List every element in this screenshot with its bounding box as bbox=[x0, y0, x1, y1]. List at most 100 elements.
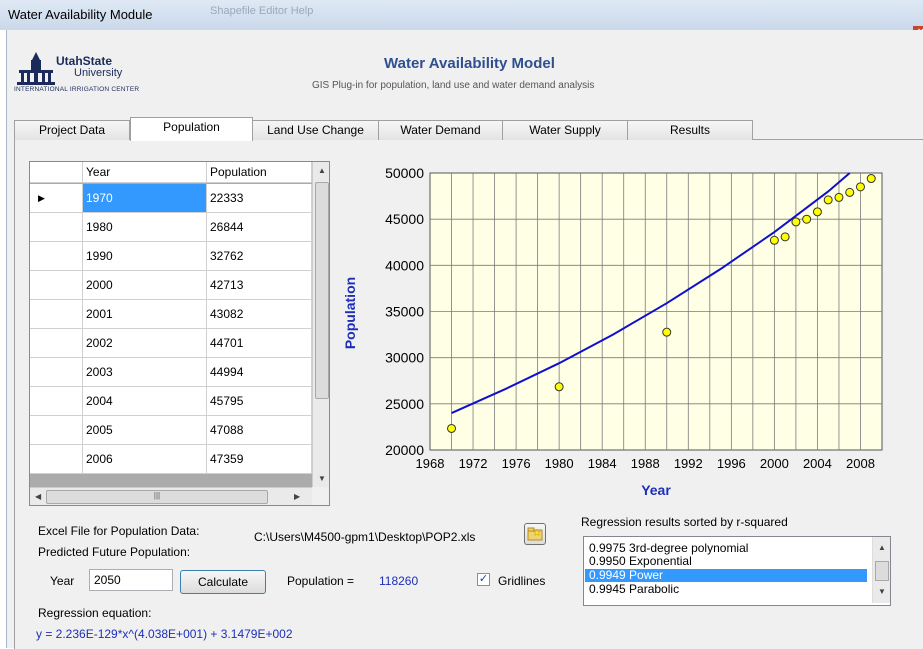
gridlines-label[interactable]: Gridlines bbox=[498, 574, 545, 588]
grid-vscroll-thumb[interactable] bbox=[315, 182, 329, 399]
grid-vertical-scrollbar[interactable]: ▲ ▼ bbox=[312, 162, 329, 487]
results-scroll-thumb[interactable] bbox=[875, 561, 889, 581]
cell-year[interactable]: 2003 bbox=[83, 358, 207, 387]
cell-year[interactable]: 2000 bbox=[83, 271, 207, 300]
cell-year[interactable]: 2006 bbox=[83, 445, 207, 474]
cell-year[interactable]: 1970 bbox=[83, 184, 207, 213]
cell-year[interactable]: 2004 bbox=[83, 387, 207, 416]
cell-year[interactable]: 2005 bbox=[83, 416, 207, 445]
data-point bbox=[554, 382, 564, 392]
table-row[interactable]: ▶ 1970 22333 bbox=[30, 184, 312, 213]
table-row[interactable]: 2000 42713 bbox=[30, 271, 312, 300]
year-input[interactable]: 2050 bbox=[89, 569, 173, 591]
tab-results[interactable]: Results bbox=[627, 120, 753, 140]
tab-water-supply[interactable]: Water Supply bbox=[502, 120, 628, 140]
x-tick-label: 1972 bbox=[459, 456, 488, 471]
data-point bbox=[866, 174, 876, 184]
background-menu-ghost: Shapefile Editor Help bbox=[210, 5, 314, 17]
cell-population[interactable]: 47088 bbox=[207, 416, 312, 445]
list-item[interactable]: 0.9945 Parabolic bbox=[585, 583, 867, 596]
usu-logo: UtahState University INTERNATIONAL IRRIG… bbox=[14, 52, 174, 107]
app-title: Water Availability Model bbox=[384, 55, 555, 72]
calculate-button[interactable]: Calculate bbox=[180, 570, 266, 594]
cell-population[interactable]: 32762 bbox=[207, 242, 312, 271]
y-tick-label: 35000 bbox=[385, 304, 424, 320]
gridlines-checkbox[interactable]: ✓ bbox=[477, 573, 490, 586]
x-tick-label: 1984 bbox=[588, 456, 617, 471]
row-header[interactable] bbox=[30, 387, 83, 416]
cell-population[interactable]: 42713 bbox=[207, 271, 312, 300]
data-point bbox=[812, 207, 822, 217]
chart-x-ticks: 1968 1972 1976 1980 1984 1988 1992 1996 2000 2004… bbox=[416, 456, 875, 471]
table-row[interactable]: 2002 44701 bbox=[30, 329, 312, 358]
column-header-year[interactable]: Year bbox=[83, 162, 207, 183]
y-axis-label: Population bbox=[342, 277, 358, 349]
row-header[interactable] bbox=[30, 416, 83, 445]
row-header[interactable] bbox=[30, 329, 83, 358]
row-header[interactable] bbox=[30, 300, 83, 329]
logo-utahstate: UtahState bbox=[56, 54, 113, 68]
regression-equation: y = 2.236E-129*x^(4.038E+001) + 3.1479E+… bbox=[36, 627, 293, 641]
scroll-up-icon[interactable]: ▲ bbox=[878, 543, 886, 552]
row-header[interactable] bbox=[30, 445, 83, 474]
cell-population[interactable]: 47359 bbox=[207, 445, 312, 474]
data-point bbox=[802, 214, 812, 224]
x-axis-label: Year bbox=[641, 482, 671, 498]
cell-population[interactable]: 44994 bbox=[207, 358, 312, 387]
list-item[interactable]: 0.9950 Exponential bbox=[585, 555, 867, 568]
table-row[interactable]: 2001 43082 bbox=[30, 300, 312, 329]
y-tick-label: 45000 bbox=[385, 211, 424, 227]
population-result-value: 118260 bbox=[379, 574, 419, 588]
results-scrollbar[interactable]: ▲ ▼ bbox=[872, 537, 890, 603]
table-row[interactable]: 2005 47088 bbox=[30, 416, 312, 445]
cell-population[interactable]: 45795 bbox=[207, 387, 312, 416]
cell-population[interactable]: 43082 bbox=[207, 300, 312, 329]
grid-header: Year Population bbox=[30, 162, 312, 184]
row-header[interactable] bbox=[30, 242, 83, 271]
excel-path-field[interactable]: C:\Users\M4500-gpm1\Desktop\POP2.xls bbox=[251, 528, 516, 548]
cell-year[interactable]: 1980 bbox=[83, 213, 207, 242]
row-header[interactable]: ▶ bbox=[30, 184, 83, 213]
data-point bbox=[791, 217, 801, 227]
x-tick-label: 1992 bbox=[674, 456, 703, 471]
cell-population[interactable]: 44701 bbox=[207, 329, 312, 358]
table-row[interactable]: 2004 45795 bbox=[30, 387, 312, 416]
cell-year[interactable]: 2002 bbox=[83, 329, 207, 358]
tab-project-data[interactable]: Project Data bbox=[14, 120, 130, 140]
cell-year[interactable]: 2001 bbox=[83, 300, 207, 329]
scroll-down-icon[interactable]: ▼ bbox=[318, 474, 326, 483]
scroll-right-icon[interactable]: ▶ bbox=[294, 492, 300, 501]
column-header-population[interactable]: Population bbox=[207, 162, 312, 183]
grid-hscroll-thumb[interactable]: ||| bbox=[46, 490, 268, 504]
y-tick-label: 30000 bbox=[385, 350, 424, 366]
current-row-indicator-icon: ▶ bbox=[38, 193, 45, 203]
x-tick-label: 1968 bbox=[416, 456, 445, 471]
scroll-left-icon[interactable]: ◀ bbox=[35, 492, 41, 501]
row-header[interactable] bbox=[30, 213, 83, 242]
tab-land-use-change[interactable]: Land Use Change bbox=[252, 120, 379, 140]
cell-year[interactable]: 1990 bbox=[83, 242, 207, 271]
row-header[interactable] bbox=[30, 271, 83, 300]
logo-center: INTERNATIONAL IRRIGATION CENTER bbox=[14, 86, 140, 93]
browse-button[interactable] bbox=[524, 523, 546, 545]
table-row[interactable]: 1980 26844 bbox=[30, 213, 312, 242]
cell-population[interactable]: 26844 bbox=[207, 213, 312, 242]
tab-population[interactable]: Population bbox=[130, 117, 253, 141]
data-point bbox=[780, 232, 790, 242]
table-row[interactable]: 2006 47359 bbox=[30, 445, 312, 474]
grid-horizontal-scrollbar[interactable]: ◀ ||| ▶ bbox=[30, 487, 312, 505]
table-row[interactable]: 2003 44994 bbox=[30, 358, 312, 387]
row-header[interactable] bbox=[30, 358, 83, 387]
regression-results-list[interactable]: 0.9975 3rd-degree polynomial 0.9950 Expo… bbox=[583, 536, 891, 606]
cell-population[interactable]: 22333 bbox=[207, 184, 312, 213]
scroll-up-icon[interactable]: ▲ bbox=[318, 166, 326, 175]
list-item-selected[interactable]: 0.9949 Power bbox=[585, 569, 867, 582]
regression-equation-label: Regression equation: bbox=[38, 606, 152, 620]
x-tick-label: 2004 bbox=[803, 456, 832, 471]
x-tick-label: 1996 bbox=[717, 456, 746, 471]
population-chart: 1968 1972 1976 1980 1984 1988 1992 1996 2000 2004… bbox=[342, 165, 883, 498]
population-grid[interactable]: Year Population ▶ 1970 22333 1980 26844 1990 3… bbox=[29, 161, 330, 506]
table-row[interactable]: 1990 32762 bbox=[30, 242, 312, 271]
scroll-down-icon[interactable]: ▼ bbox=[878, 587, 886, 596]
tab-water-demand[interactable]: Water Demand bbox=[378, 120, 503, 140]
